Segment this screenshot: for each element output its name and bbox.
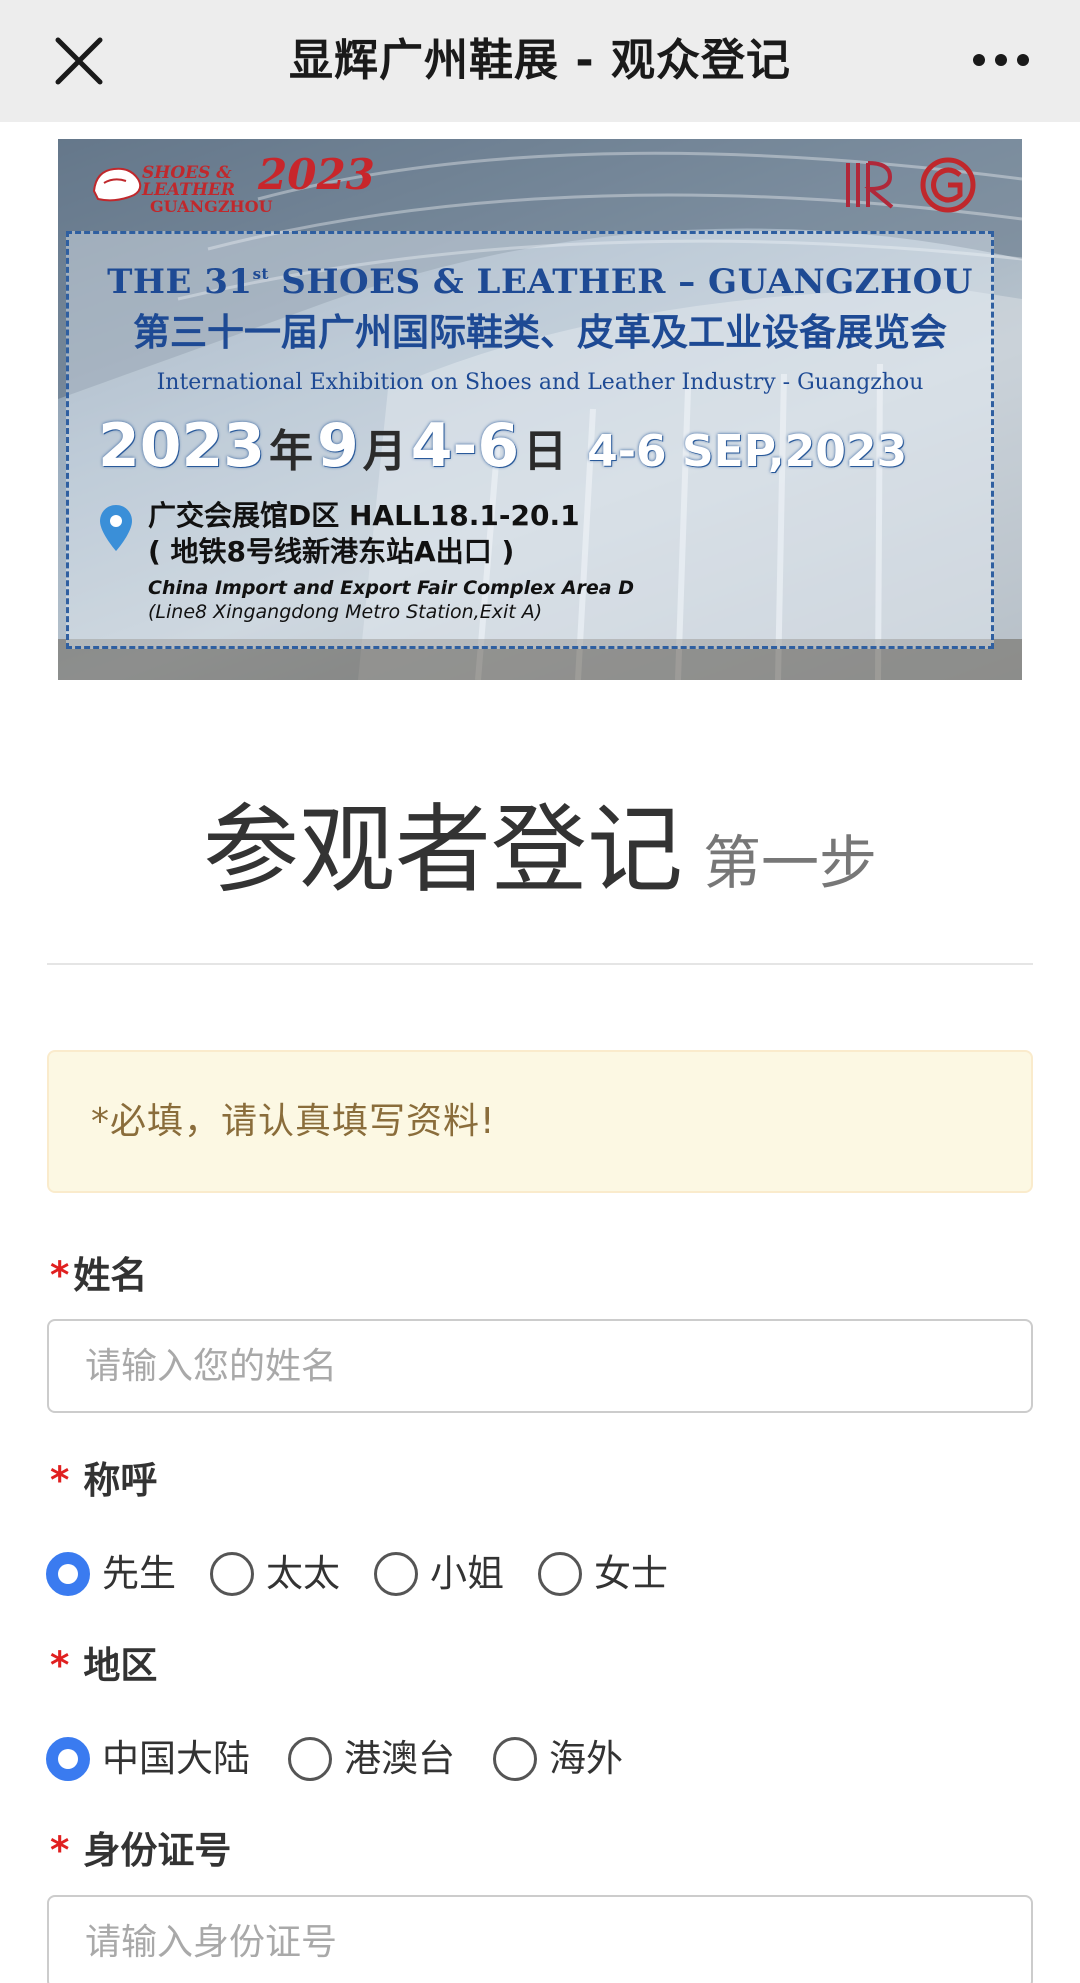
banner-title-en-suffix: SHOES & LEATHER – GUANGZHOU [268,262,973,302]
required-notice: *必填，请认真填写资料! [47,1050,1033,1193]
region-option-overseas[interactable]: 海外 [493,1736,623,1782]
date-en: 4-6 SEP,2023 [587,426,908,477]
more-options-icon[interactable] [966,40,1036,80]
date-year: 2023 [98,411,265,481]
region-option-label: 中国大陆 [102,1737,250,1780]
region-option-mainland[interactable]: 中国大陆 [46,1736,250,1782]
radio-unchecked-icon[interactable] [374,1552,418,1596]
salutation-option-label: 太太 [266,1552,340,1595]
salutation-label-text: 称呼 [83,1459,158,1502]
date-days: 4-6 [410,411,520,481]
salutation-option-label: 女士 [594,1552,668,1595]
required-mark: * [50,1459,70,1502]
page-title: 显辉广州鞋展 - 观众登记 [289,35,791,86]
address-en-line1: China Import and Export Fair Complex Are… [148,577,635,599]
required-mark: * [50,1829,70,1872]
region-option-label: 港澳台 [344,1737,455,1780]
registration-heading: 参观者登记 第一步 [0,790,1080,910]
address-cn-line1: 广交会展馆D区 HALL18.1-20.1 [148,499,580,532]
address-en-line2: (Line8 Xingangdong Metro Station,Exit A) [148,601,543,623]
radio-checked-icon[interactable] [46,1552,90,1596]
banner-title-en-sup: st [252,265,269,283]
region-option-hk-mo-tw[interactable]: 港澳台 [288,1736,455,1782]
salutation-option-miss[interactable]: 小姐 [374,1551,504,1597]
radio-unchecked-icon[interactable] [493,1737,537,1781]
notice-text: *必填，请认真填写资料! [91,1101,496,1142]
organizer-logos [846,157,976,213]
salutation-option-label: 先生 [102,1552,176,1595]
radio-unchecked-icon[interactable] [288,1737,332,1781]
top-nav-bar: 显辉广州鞋展 - 观众登记 [0,0,1080,122]
banner-title-cn: 第三十一届广州国际鞋类、皮革及工业设备展览会 [133,311,947,354]
salutation-label: * 称呼 [50,1458,157,1504]
banner-title-en: THE 31st SHOES & LEATHER – GUANGZHOU [58,254,1022,302]
salutation-option-mr[interactable]: 先生 [46,1551,176,1597]
date-month-unit: 月 [362,426,407,477]
id-number-label: * 身份证号 [50,1828,231,1874]
location-pin-icon [100,505,132,551]
heading-title: 参观者登记 [202,794,683,906]
shoe-logo-icon [92,167,142,202]
required-mark: * [50,1254,70,1297]
heading-divider [47,963,1033,965]
date-year-unit: 年 [269,426,313,477]
name-label-text: 姓名 [73,1254,148,1297]
id-number-label-text: 身份证号 [83,1829,232,1872]
name-label: * 姓名 [50,1253,147,1299]
salutation-option-ms[interactable]: 女士 [538,1551,668,1597]
region-radio-group: 中国大陆 港澳台 海外 [46,1729,623,1789]
name-input[interactable] [47,1319,1033,1413]
salutation-radio-group: 先生 太太 小姐 女士 [46,1544,668,1604]
banner-date: 2023年9月4-6日 4-6 SEP,2023 [98,411,907,481]
exhibition-banner: SHOES & LEATHER GUANGZHOU 2023 THE 31st … [58,139,1022,680]
close-icon[interactable] [44,26,114,96]
banner-subtitle-en: International Exhibition on Shoes and Le… [156,370,924,395]
salutation-option-mrs[interactable]: 太太 [210,1551,340,1597]
date-day-unit: 日 [523,426,568,477]
radio-checked-icon[interactable] [46,1737,90,1781]
salutation-option-label: 小姐 [430,1552,504,1595]
region-label-text: 地区 [83,1644,158,1687]
banner-title-en-prefix: THE 31 [107,262,253,302]
region-option-label: 海外 [549,1737,623,1780]
radio-unchecked-icon[interactable] [210,1552,254,1596]
id-number-input[interactable] [47,1895,1033,1983]
region-label: * 地区 [50,1643,157,1689]
logo-text-line3: GUANGZHOU [150,197,273,216]
date-month: 9 [317,411,359,481]
heading-step: 第一步 [702,829,877,897]
address-cn-line2: ( 地铁8号线新港东站A出口 ) [148,535,515,568]
organizer-logo-circle-icon [920,157,976,213]
organizer-logo-icon [846,161,894,209]
required-mark: * [50,1644,70,1687]
radio-unchecked-icon[interactable] [538,1552,582,1596]
logo-year: 2023 [258,150,375,199]
